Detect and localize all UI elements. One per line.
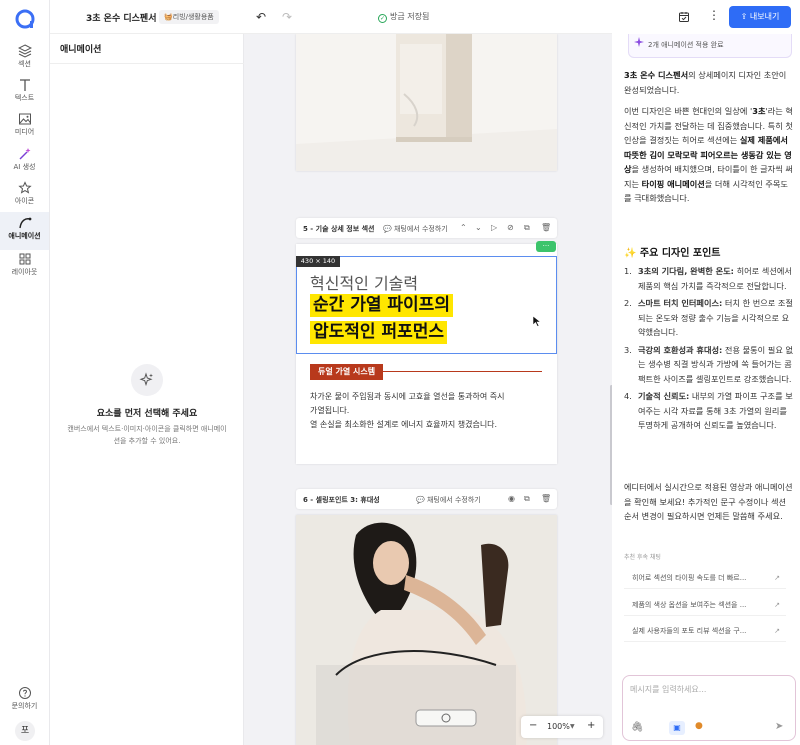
- section-4-card[interactable]: [296, 34, 557, 171]
- trash-icon[interactable]: 🗑: [541, 223, 551, 232]
- product-image[interactable]: [296, 34, 557, 171]
- zoom-level[interactable]: 100%: [547, 722, 570, 731]
- star-icon: [17, 181, 32, 194]
- sparkle-icon: [139, 372, 153, 387]
- app-logo-icon[interactable]: [14, 8, 36, 30]
- chat-input-box[interactable]: 메시지를 입력하세요... 🖇 ▣ ● ➤: [622, 675, 796, 741]
- paperclip-icon[interactable]: 🖇: [631, 722, 644, 733]
- sparkle-icon: [634, 37, 644, 47]
- image-attach-icon[interactable]: ▣: [669, 721, 685, 735]
- undo-icon[interactable]: ↶: [256, 10, 266, 24]
- suggestion-item[interactable]: 제품의 색상 옵션을 보여주는 섹션을 ... ↗: [624, 594, 786, 616]
- empty-state-description: 캔버스에서 텍스트·이미지·아이콘을 클릭하면 애니메이션을 추가할 수 있어요…: [67, 425, 227, 445]
- category-badge: 🧺리빙/생활용품: [159, 10, 219, 24]
- chevron-down-icon[interactable]: ▼: [570, 723, 575, 730]
- magic-wand-icon: [19, 148, 30, 160]
- arrow-up-right-icon: ↗: [774, 627, 780, 635]
- save-status: ✓ 방금 저장됨: [378, 12, 430, 23]
- section-5-edit-in-chat-button[interactable]: 💬 채팅에서 수정하기: [383, 224, 448, 234]
- panel-title: 애니메이션: [60, 45, 102, 55]
- suggestion-item[interactable]: 히어로 섹션의 타이핑 속도를 더 빠르... ↗: [624, 567, 786, 589]
- size-badge: 430 × 140: [296, 256, 340, 267]
- eye-icon[interactable]: ◉: [508, 494, 515, 503]
- layers-icon: [17, 44, 32, 58]
- rail-item-text[interactable]: 텍스트: [0, 74, 49, 112]
- design-point: 1. 3초의 기다림, 완벽한 온도: 히어로 섹션에서 제품의 핵심 가치를 즉…: [624, 266, 792, 291]
- rail-item-section[interactable]: 섹션: [0, 40, 49, 78]
- animation-off-icon[interactable]: ⊘: [507, 223, 514, 232]
- tag-label[interactable]: 듀얼 가열 시스템: [310, 364, 384, 380]
- chevron-up-icon[interactable]: ⌃: [460, 223, 467, 232]
- chat-panel: 2개 애니메이션 적용 완료 3초 온수 디스펜서의 상세페이지 디자인 초안이…: [612, 34, 800, 745]
- image-icon: [18, 113, 31, 125]
- suggestion-item[interactable]: 실제 사용자들의 포토 리뷰 섹션을 구... ↗: [624, 620, 786, 642]
- rail-item-ai-generate[interactable]: AI 생성: [0, 143, 49, 181]
- animation-panel: 애니메이션 요소를 먼저 선택해 주세요 캔버스에서 텍스트·이미지·아이콘을 …: [50, 34, 244, 745]
- chat-message-closing: 에디터에서 실시간으로 적용된 영상과 애니메이션을 확인해 보세요! 추가적인…: [624, 482, 793, 521]
- chat-message-intro: 3초 온수 디스펜서의 상세페이지 디자인 초안이 완성되었습니다.: [624, 70, 787, 95]
- section-6-edit-in-chat-button[interactable]: 💬 채팅에서 수정하기: [416, 495, 481, 505]
- chat-icon: 💬: [416, 496, 425, 504]
- left-rail: 섹션 텍스트 미디어 AI 생성 아이콘 애니메이션 레이아웃 문의하기 포: [0, 0, 50, 745]
- category-emoji-icon: 🧺: [164, 13, 173, 21]
- duplicate-icon[interactable]: ⧉: [524, 494, 530, 504]
- rail-item-icons[interactable]: 아이콘: [0, 177, 49, 215]
- editor-toolbar: 3초 온수 디스펜서 🧺리빙/생활용품 ↶ ↷ ✓ 방금 저장됨: [50, 0, 612, 34]
- design-point: 3. 극강의 호환성과 휴대성: 전용 물통이 필요 없는 생수병 직결 방식과 …: [624, 344, 793, 384]
- empty-state-icon-wrap: [131, 364, 163, 396]
- section-6-name: 6 - 셀링포인트 3: 휴대성: [303, 496, 380, 504]
- chat-icon: 💬: [383, 225, 392, 233]
- section-6-header: 6 - 셀링포인트 3: 휴대성 💬 채팅에서 수정하기 ◉ ⧉ 🗑: [296, 489, 557, 509]
- rail-item-media[interactable]: 미디어: [0, 108, 49, 146]
- zoom-out-icon[interactable]: −: [529, 720, 537, 731]
- play-icon[interactable]: ▷: [491, 223, 497, 232]
- editor-canvas[interactable]: 5 - 기술 상세 정보 섹션 💬 채팅에서 수정하기 ⌃ ⌄ ▷ ⊘ ⧉ 🗑 …: [244, 34, 612, 745]
- section-5-name: 5 - 기술 상세 정보 섹션: [303, 225, 375, 233]
- send-icon[interactable]: ➤: [775, 721, 783, 732]
- chevron-down-icon[interactable]: ⌄: [475, 223, 482, 232]
- section-5-card[interactable]: 430 × 140 ··· 혁신적인 기술력 순간 가열 파이프의 압도적인 퍼…: [296, 241, 557, 464]
- chat-input[interactable]: 메시지를 입력하세요...: [630, 684, 706, 695]
- export-button[interactable]: ⇪ 내보내기: [729, 6, 791, 28]
- redo-icon[interactable]: ↷: [282, 10, 292, 24]
- empty-state-title: 요소를 먼저 선택해 주세요: [96, 409, 198, 419]
- design-point: 2. 스마트 터치 인터페이스: 터치 한 번으로 조절되는 온도와 정량 출수 …: [624, 298, 793, 337]
- animation-applied-notice: 2개 애니메이션 적용 완료: [628, 34, 792, 58]
- rail-item-help[interactable]: 문의하기: [0, 682, 49, 720]
- suggestions-label: 추천 후속 채팅: [624, 554, 661, 561]
- duplicate-icon[interactable]: ⧉: [524, 223, 530, 233]
- design-points-list: 1. 3초의 기다림, 완벽한 온도: 히어로 섹션에서 제품의 핵심 가치를 즉…: [624, 264, 794, 436]
- check-circle-icon: ✓: [378, 14, 387, 23]
- text-icon: [19, 79, 30, 91]
- arrow-up-right-icon: ↗: [774, 574, 780, 582]
- design-points-heading: ✨ 주요 디자인 포인트: [624, 248, 721, 259]
- panel-divider: [50, 63, 244, 64]
- mouse-cursor-icon: [532, 315, 542, 327]
- calendar-check-icon[interactable]: [678, 11, 690, 23]
- zoom-control: − 100% ▼ +: [521, 716, 603, 738]
- user-avatar[interactable]: 포: [15, 721, 35, 741]
- tech-heading[interactable]: 혁신적인 기술력: [310, 270, 418, 294]
- trash-icon[interactable]: 🗑: [541, 494, 551, 503]
- highlight-line-2[interactable]: 압도적인 퍼포먼스: [310, 321, 448, 344]
- animation-curve-icon: [18, 217, 31, 229]
- design-point: 4. 기술적 신뢰도: 내부의 가열 파이프 구조를 보여주는 시각 자료를 통해…: [624, 391, 793, 430]
- help-circle-icon: [18, 687, 31, 699]
- arrow-up-right-icon: ↗: [774, 601, 780, 609]
- comment-icon[interactable]: ···: [536, 241, 556, 252]
- section-6-card[interactable]: [296, 515, 557, 745]
- rail-item-animation[interactable]: 애니메이션: [0, 212, 49, 250]
- section-5-header: 5 - 기술 상세 정보 섹션 💬 채팅에서 수정하기 ⌃ ⌄ ▷ ⊘ ⧉ 🗑: [296, 218, 557, 238]
- tech-body-text[interactable]: 차가운 물이 주입됨과 동시에 고효율 열선을 통과하여 즉시 가열됩니다. 열…: [310, 390, 550, 432]
- model-with-bag-image[interactable]: [296, 515, 557, 745]
- project-title[interactable]: 3초 온수 디스펜서: [86, 11, 157, 24]
- upload-icon: ⇪: [740, 12, 750, 21]
- grid-icon: [19, 253, 30, 265]
- highlight-line-1[interactable]: 순간 가열 파이프의: [310, 294, 453, 317]
- lightbulb-icon[interactable]: ●: [695, 721, 703, 731]
- zoom-in-icon[interactable]: +: [587, 720, 595, 731]
- rail-item-layout[interactable]: 레이아웃: [0, 248, 49, 286]
- chat-message-body: 이번 디자인은 바쁜 현대인의 일상에 '3초'라는 혁신적인 가치를 전달하는…: [624, 106, 793, 203]
- more-menu-icon[interactable]: ⋮: [708, 8, 720, 22]
